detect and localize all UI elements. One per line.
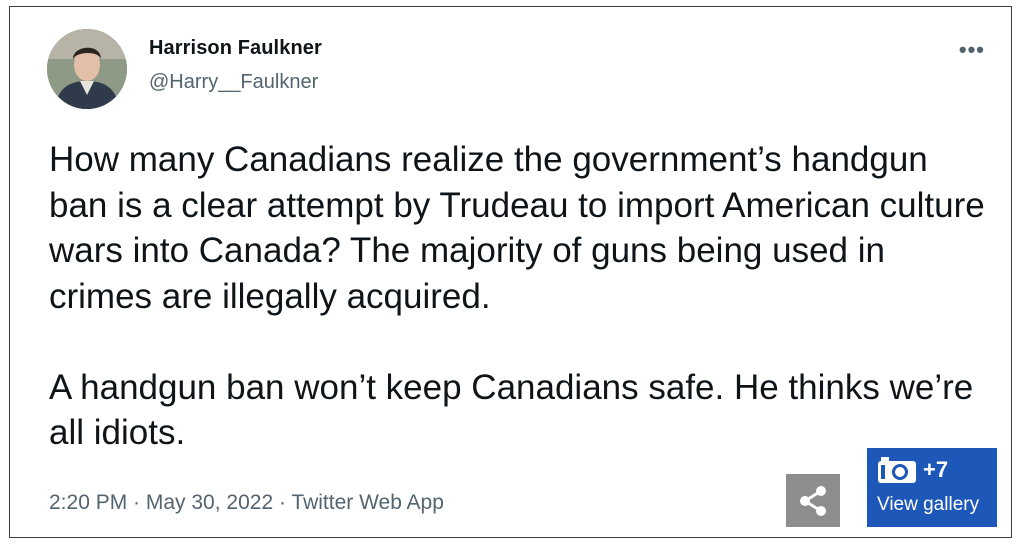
share-button[interactable] [786,474,840,527]
gallery-label: View gallery [877,494,980,515]
view-gallery-button[interactable]: +7 View gallery [867,448,997,527]
tweet-timestamp[interactable]: 2:20 PM · May 30, 2022 · Twitter Web App [49,491,444,515]
tweet-card: Harrison Faulkner @Harry__Faulkner ••• H… [9,6,1012,538]
gallery-count: +7 [923,457,949,482]
author-handle[interactable]: @Harry__Faulkner [149,71,318,94]
avatar-photo [47,29,127,109]
author-avatar[interactable] [47,29,127,109]
author-name[interactable]: Harrison Faulkner [149,37,322,60]
share-icon [800,485,826,516]
more-options-icon[interactable]: ••• [959,37,985,63]
camera-icon [878,457,916,483]
tweet-text: How many Canadians realize the governmen… [49,140,985,452]
